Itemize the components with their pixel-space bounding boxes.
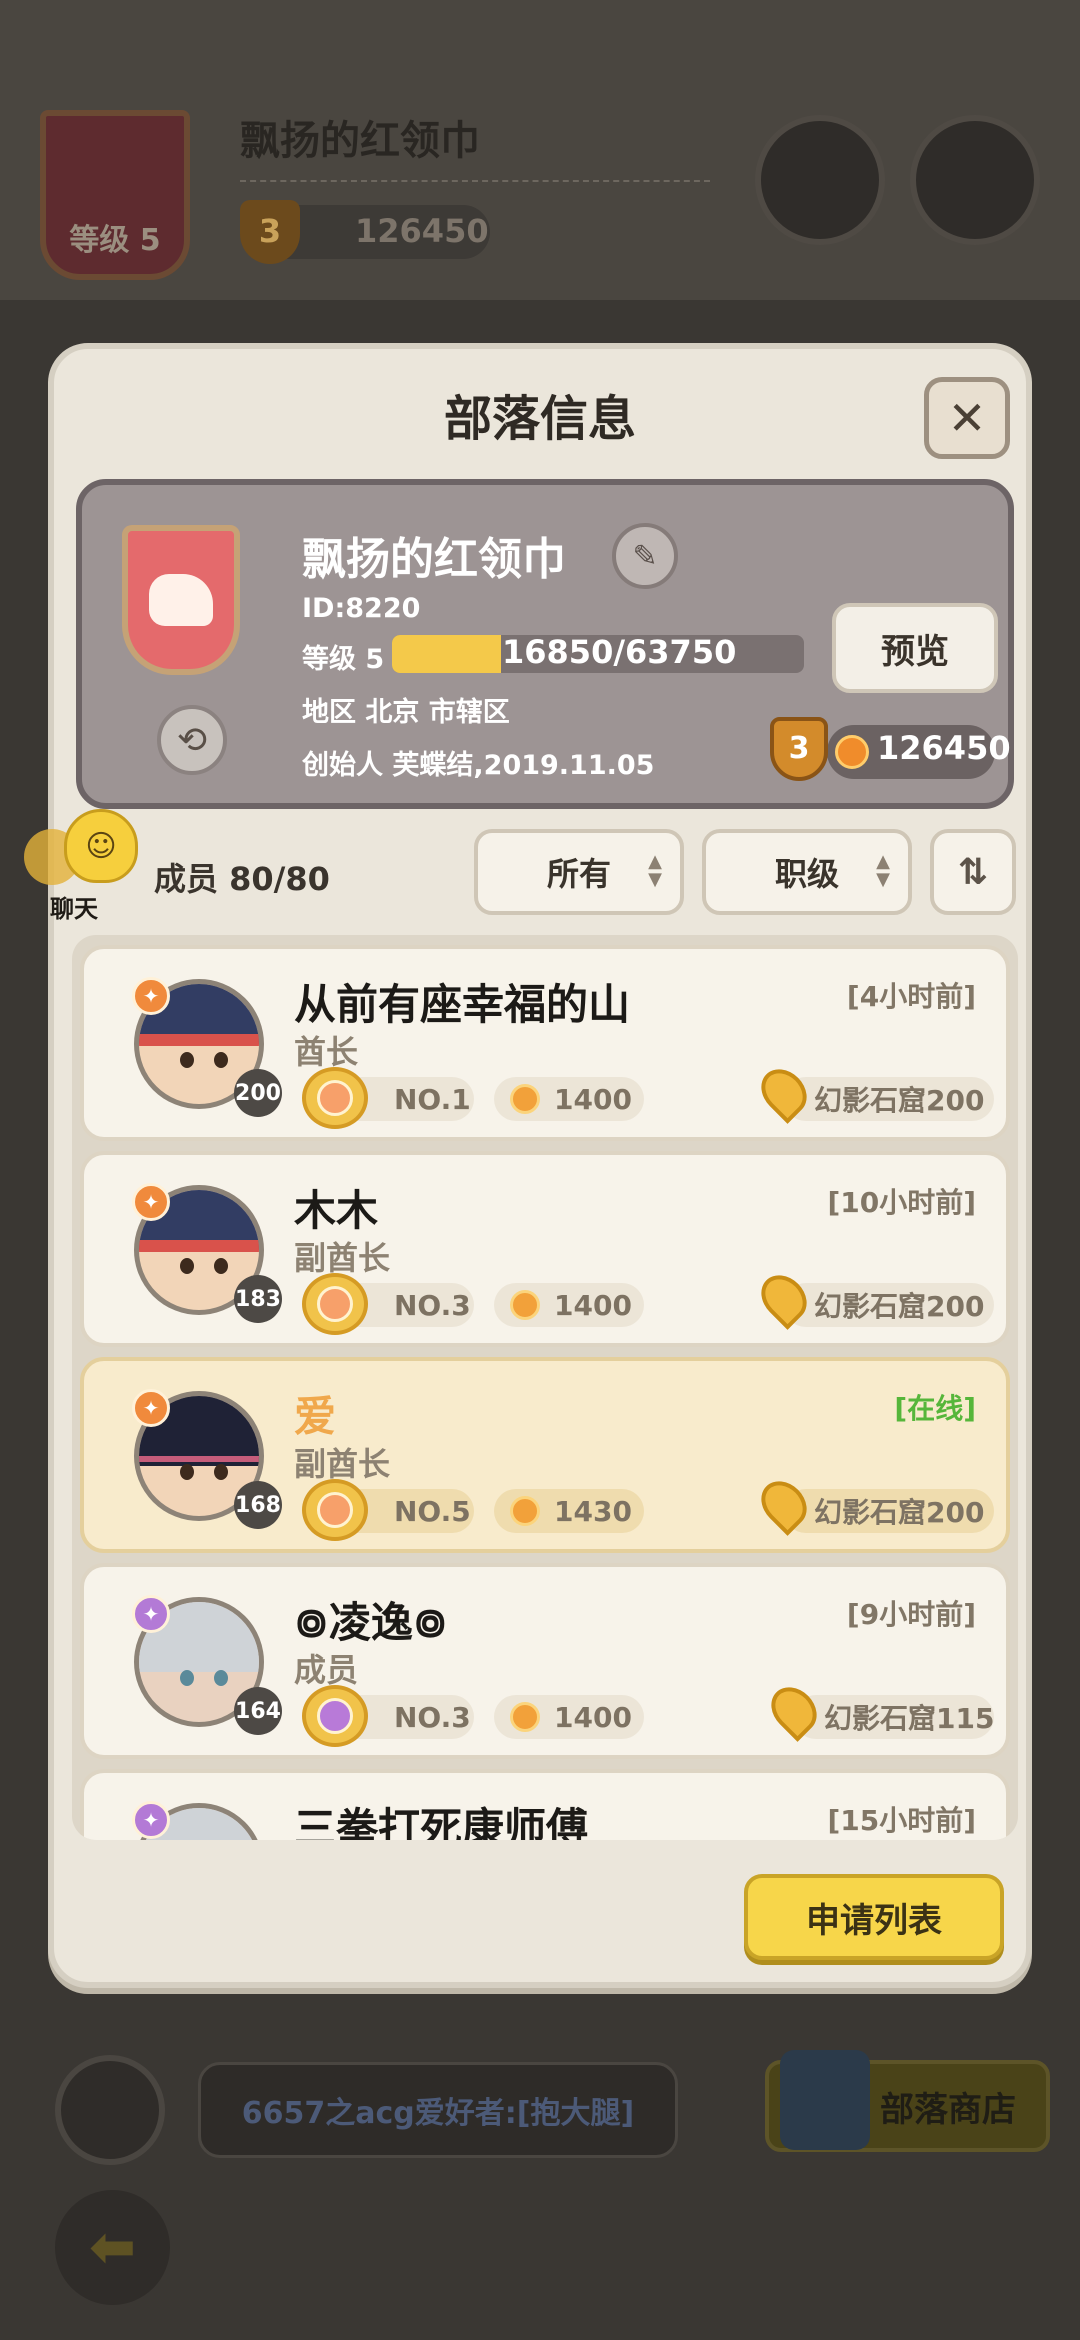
member-power: 1430 (554, 1494, 632, 1528)
dialog-title: 部落信息 (443, 391, 636, 447)
member-row[interactable]: ✦ 200 从前有座幸福的山 [4小时前] 酋长 NO.1 1400 幻影石窟2… (80, 945, 1010, 1141)
member-power: 1400 (554, 1288, 632, 1322)
change-flag-button[interactable]: ⟲ (157, 705, 227, 775)
rank-medal-icon (302, 1479, 368, 1541)
chat-label: 聊天 (50, 895, 98, 923)
tribe-flag-icon (122, 525, 240, 675)
filter-rank-dropdown[interactable]: 职级 ▲ ▼ (702, 829, 912, 915)
tribe-region: 地区 北京 市辖区 (302, 697, 510, 728)
member-name: 木木 (294, 1186, 379, 1235)
member-name: 三拳打死康师傅 (294, 1804, 589, 1840)
edit-name-button[interactable]: ✎ (612, 523, 678, 589)
member-level: 164 (234, 1687, 282, 1735)
swap-icon: ⟲ (176, 719, 208, 761)
background-ranking-icon[interactable] (910, 115, 1040, 245)
updown-arrows-icon: ▲ ▼ (876, 851, 890, 890)
member-last-seen: [9小时前] (846, 1598, 976, 1631)
tribe-emblem-icon (149, 574, 213, 626)
background-tribe-name: 飘扬的红领巾 (240, 118, 480, 164)
member-location: 幻影石窟115 (824, 1702, 995, 1735)
updown-arrows-icon: ▲ ▼ (648, 851, 662, 890)
member-role: 酋长 (294, 1033, 359, 1071)
class-icon: ✦ (132, 1595, 170, 1633)
xp-progress-fill (392, 635, 501, 673)
members-count: 成员 80/80 (154, 860, 330, 898)
flame-icon (510, 1702, 540, 1732)
back-arrow-icon: ⬅ (89, 2215, 136, 2280)
chat-floating-button[interactable]: ☺ 聊天 (14, 809, 154, 929)
member-row[interactable]: ✦ 三拳打死康师傅 [15小时前] (80, 1769, 1010, 1840)
member-last-seen: [10小时前] (827, 1186, 976, 1219)
pencil-icon: ✎ (632, 538, 658, 574)
member-location: 幻影石窟200 (814, 1084, 985, 1117)
tribe-info-card: ⟲ 飘扬的红领巾 ✎ ID:8220 等级 5 16850/63750 地区 北… (76, 479, 1014, 809)
background-shield-icon: 3 (240, 200, 300, 264)
member-role: 副酋长 (294, 1239, 391, 1277)
background-level-label: 等级 5 (69, 223, 161, 258)
background-shop-icon (780, 2050, 870, 2150)
member-role: 副酋长 (294, 1445, 391, 1483)
smiley-icon: ☺ (64, 809, 138, 883)
member-name: 爱 (294, 1392, 337, 1441)
member-online-status: [在线] (894, 1392, 976, 1425)
background-score: 126450 (355, 212, 489, 250)
member-power-pill: 1400 (494, 1695, 644, 1739)
member-power-pill: 1430 (494, 1489, 644, 1533)
tribe-level: 等级 5 (302, 644, 385, 675)
member-power-pill: 1400 (494, 1077, 644, 1121)
member-row[interactable]: ✦ 168 爱 [在线] 副酋长 NO.5 1430 幻影石窟200 (80, 1357, 1010, 1553)
member-level: 183 (234, 1275, 282, 1323)
rank-medal-icon (302, 1273, 368, 1335)
background-divider (240, 180, 710, 182)
tribe-name: 飘扬的红领巾 (302, 534, 566, 585)
member-level: 168 (234, 1481, 282, 1529)
member-role: 成员 (294, 1651, 359, 1689)
member-list[interactable]: ✦ 200 从前有座幸福的山 [4小时前] 酋长 NO.1 1400 幻影石窟2… (72, 935, 1018, 1840)
filter-all-dropdown[interactable]: 所有 ▲ ▼ (474, 829, 684, 915)
member-name: 从前有座幸福的山 (294, 980, 631, 1029)
member-location: 幻影石窟200 (814, 1290, 985, 1323)
class-icon: ✦ (132, 1389, 170, 1427)
member-power: 1400 (554, 1082, 632, 1116)
background-members-icon[interactable] (755, 115, 885, 245)
tribe-info-dialog: 部落信息 ✕ ⟲ 飘扬的红领巾 ✎ ID:8220 等级 5 16850/637… (24, 343, 1032, 1988)
filter-all-label: 所有 (546, 855, 611, 893)
member-last-seen: [15小时前] (827, 1804, 976, 1837)
tribe-score: 126450 (877, 729, 1011, 767)
preview-button[interactable]: 预览 (832, 603, 998, 693)
class-icon: ✦ (132, 977, 170, 1015)
member-last-seen: [4小时前] (846, 980, 976, 1013)
rank-medal-icon (302, 1067, 368, 1129)
member-row[interactable]: ✦ 164 ៙凌逸៙ [9小时前] 成员 NO.3 1400 幻影石窟115 (80, 1563, 1010, 1759)
member-level: 200 (234, 1069, 282, 1117)
member-location: 幻影石窟200 (814, 1496, 985, 1529)
class-icon: ✦ (132, 1801, 170, 1839)
tribe-id: ID:8220 (302, 593, 421, 624)
tribe-founder: 创始人 芙蝶结,2019.11.05 (302, 750, 655, 781)
xp-progress-text: 16850/63750 (502, 633, 737, 671)
member-power-pill: 1400 (494, 1283, 644, 1327)
class-icon: ✦ (132, 1183, 170, 1221)
filter-rank-label: 职级 (774, 855, 839, 893)
flame-icon (835, 735, 869, 769)
sort-icon: ⇅ (957, 851, 989, 893)
background-chat-button[interactable] (55, 2055, 165, 2165)
flame-icon (510, 1290, 540, 1320)
background-chat-message[interactable]: 6657之acg爱好者:[抱大腿] (198, 2062, 678, 2158)
background-back-button[interactable]: ⬅ (55, 2190, 170, 2305)
member-row[interactable]: ✦ 183 木木 [10小时前] 副酋长 NO.3 1400 幻影石窟200 (80, 1151, 1010, 1347)
rank-medal-icon (302, 1685, 368, 1747)
member-power: 1400 (554, 1700, 632, 1734)
close-button[interactable]: ✕ (924, 377, 1010, 459)
apply-list-button[interactable]: 申请列表 (744, 1874, 1004, 1960)
tribe-rank-shield-icon: 3 (770, 717, 828, 781)
sort-button[interactable]: ⇅ (930, 829, 1016, 915)
flame-icon (510, 1496, 540, 1526)
flame-icon (510, 1084, 540, 1114)
